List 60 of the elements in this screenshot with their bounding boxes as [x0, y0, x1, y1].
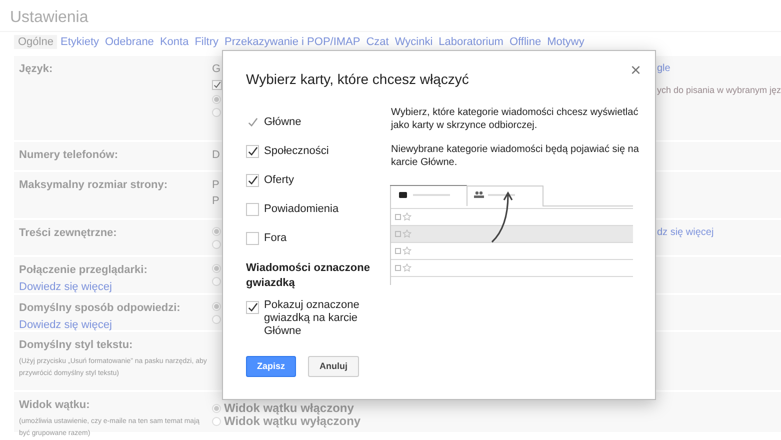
section-heading: Wiadomości oznaczone gwiazdką	[246, 261, 371, 291]
radio-button[interactable]	[212, 302, 221, 311]
checkbox[interactable]	[246, 232, 259, 245]
settings-tab[interactable]: Odebrane	[102, 35, 157, 49]
radio-button[interactable]	[212, 417, 221, 426]
radio-label: Widok wątku wyłączony	[224, 415, 361, 428]
settings-tab[interactable]: Etykiety	[57, 35, 102, 49]
category-label: Społeczności	[264, 144, 329, 160]
setting-label: Numery telefonów:	[19, 148, 120, 163]
setting-value: D	[212, 148, 220, 163]
radio-button[interactable]	[212, 277, 221, 286]
description-text: Niewybrane kategorie wiadomości będą pojawiać się na karcie Główne.	[391, 143, 640, 169]
radio-label: Widok wątku włączony	[224, 402, 354, 415]
settings-tab[interactable]: Ogólne	[14, 35, 58, 49]
dialog-title: Wybierz karty, które chcesz włączyć	[246, 70, 469, 89]
learn-more-link[interactable]: Dowiedz się więcej	[19, 316, 112, 333]
radio-button[interactable]	[212, 264, 221, 273]
category-label: Oferty	[264, 173, 294, 188]
save-button[interactable]: Zapisz	[246, 356, 296, 377]
radio-button[interactable]	[212, 404, 221, 413]
settings-tab[interactable]: Czat	[363, 35, 392, 49]
checkbox[interactable]	[246, 174, 259, 187]
radio-button[interactable]	[212, 95, 221, 104]
radio-button[interactable]	[212, 227, 221, 236]
setting-value: G	[212, 62, 221, 77]
settings-tab[interactable]: Wycinki	[392, 35, 436, 49]
setting-label: Domyślny styl tekstu:	[19, 338, 134, 353]
cancel-button[interactable]: Anuluj	[308, 356, 359, 377]
category-label: Powiadomienia	[264, 202, 339, 218]
setting-label: Widok wątku:	[19, 398, 91, 413]
settings-tab[interactable]: Konta	[156, 35, 192, 49]
settings-tab[interactable]: Offline	[506, 35, 544, 49]
setting-value: P	[212, 194, 220, 209]
setting-label: Domyślny sposób odpowiedzi:	[19, 301, 182, 316]
page-title: Ustawienia	[10, 9, 88, 26]
radio-button[interactable]	[212, 108, 221, 117]
category-label: Główne	[264, 115, 302, 130]
setting-description: ych do pisania w wybranym jęz	[657, 84, 781, 97]
checkbox[interactable]	[212, 80, 222, 90]
settings-tab[interactable]: Laboratorium	[436, 35, 506, 49]
radio-button[interactable]	[212, 315, 221, 324]
setting-label: Maksymalny rozmiar strony:	[19, 178, 169, 193]
setting-label: Język:	[19, 62, 54, 77]
settings-tab[interactable]: Motywy	[544, 35, 588, 49]
close-button[interactable]: ×	[630, 61, 641, 79]
learn-more-link[interactable]: dz się więcej	[657, 225, 714, 241]
category-label: Fora	[264, 231, 287, 246]
setting-label: Połączenie przeglądarki:	[19, 263, 148, 278]
description-text: Wybierz, które kategorie wiadomości chcesz wyświetlać jako karty w skrzynce odbiorczej.	[391, 106, 640, 132]
checkbox[interactable]	[246, 145, 259, 158]
checkbox-label: Pokazuj oznaczone gwiazdką na karcie Główne	[264, 299, 360, 338]
checkbox[interactable]	[246, 203, 259, 216]
checkbox[interactable]	[246, 301, 259, 314]
learn-more-link[interactable]: Dowiedz się więcej	[19, 278, 112, 295]
setting-value: P	[212, 178, 220, 193]
setting-label: Treści zewnętrzne:	[19, 226, 118, 241]
learn-more-link[interactable]: gle	[657, 61, 670, 77]
radio-button[interactable]	[212, 240, 221, 249]
settings-tab[interactable]: Przekazywanie i POP/IMAP	[222, 35, 364, 49]
settings-tab[interactable]: Filtry	[192, 35, 222, 49]
